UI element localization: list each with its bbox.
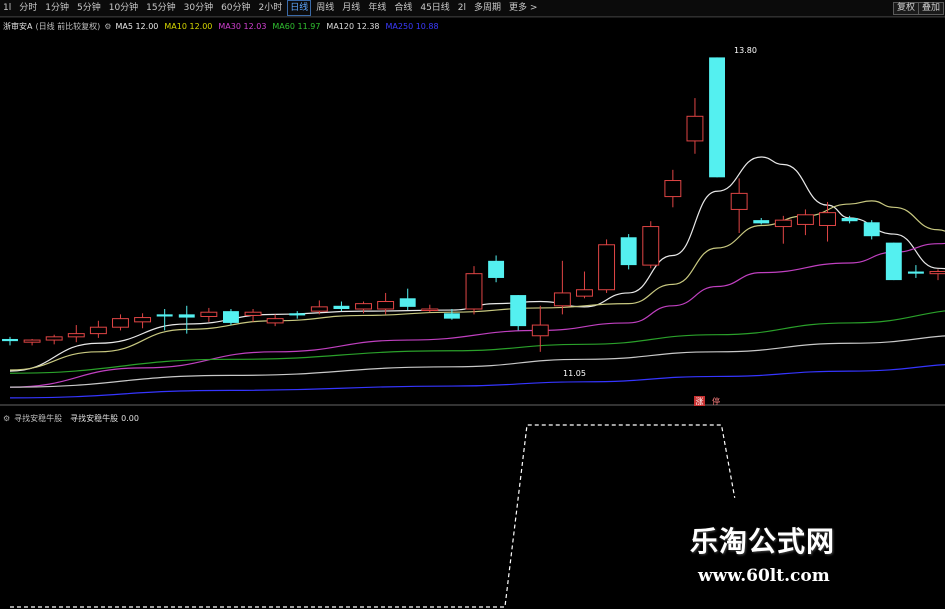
ma-legend-label: MA60 [272, 21, 298, 31]
candle-up [598, 244, 616, 291]
candle-up [67, 333, 85, 338]
candle-up [200, 311, 218, 317]
indicator-settings-icon[interactable]: ⚙ [3, 414, 10, 423]
high-price-label: 13.80 [734, 46, 757, 55]
indicator-series-name: 寻找安稳牛股 [70, 413, 119, 423]
candle-up [45, 336, 63, 341]
candle-down [399, 298, 416, 307]
indicator-value: 0.00 [121, 413, 139, 423]
candle-down [178, 314, 195, 318]
candle-down [841, 218, 858, 222]
low-price-label: 11.05 [563, 369, 586, 378]
candle-down [863, 222, 880, 237]
candle-up [531, 324, 549, 337]
ma-legend-item: MA30 12.03 [218, 22, 266, 31]
site-watermark: 乐淘公式网 www.60lt.com [690, 520, 930, 586]
candle-down [2, 338, 18, 342]
candle-up [112, 318, 129, 328]
ma-line-ma120 [9, 335, 945, 388]
chart-canvas[interactable]: 13.80 11.05 涨 停 [0, 0, 945, 609]
candle-up [266, 318, 284, 324]
candle-down [156, 314, 173, 317]
candle-up [819, 212, 836, 226]
ma-legend-value: 12.00 [189, 21, 213, 31]
indicator-series-line [10, 424, 736, 608]
ma-legend-value: 11.97 [297, 21, 321, 31]
indicator-legend: ⚙ 寻找安稳牛股 寻找安稳牛股 0.00 [3, 412, 139, 424]
ma-legend-label: MA30 [218, 21, 244, 31]
ma-legend-value: 12.38 [356, 21, 380, 31]
main-chart-legend: 浙审安A (日线 前比较复权) ⚙ MA5 12.00 MA10 12.00 MA3… [3, 20, 445, 32]
candle-up [310, 306, 328, 312]
candle-up [929, 271, 945, 275]
candle-up [553, 292, 571, 307]
candle-up [377, 301, 395, 310]
candle-up [355, 303, 372, 310]
stock-name: 浙审安A [3, 21, 33, 31]
candle-down [709, 57, 726, 178]
chart-mode: (日线 前比较复权) [35, 21, 101, 31]
limit-stop-badge-text: 停 [712, 396, 720, 406]
ma-legend-item: MA60 11.97 [272, 22, 320, 31]
candle-up [796, 214, 814, 225]
candle-down [222, 311, 239, 323]
ma-legend-value: 12.00 [135, 21, 159, 31]
limit-up-badge-text: 涨 [696, 396, 704, 406]
candle-down [289, 313, 306, 316]
ma-line-ma5 [9, 156, 945, 372]
candle-up [465, 273, 483, 310]
candle-up [686, 115, 704, 142]
ma-legend-item: MA120 12.38 [326, 22, 379, 31]
candle-down [488, 260, 505, 278]
ma-legend-item: MA5 12.00 [115, 22, 158, 31]
ma-line-ma250 [9, 364, 945, 399]
candle-up [642, 226, 660, 266]
candle-up [664, 180, 682, 198]
candle-down [753, 220, 770, 224]
candlesticks [2, 57, 945, 352]
candle-up [730, 192, 748, 210]
ma-legend-label: MA250 [385, 21, 416, 31]
candle-up [244, 311, 262, 316]
ma-legend-label: MA5 [115, 21, 136, 31]
ma-line-ma30 [9, 242, 945, 388]
ma-legend-item: MA250 10.88 [386, 22, 439, 31]
candle-down [907, 271, 924, 274]
candle-up [421, 308, 439, 311]
candle-down [885, 242, 902, 281]
candle-up [774, 219, 792, 228]
candle-up [576, 289, 593, 297]
ma-legend-value: 12.03 [243, 21, 267, 31]
indicator-name: 寻找安稳牛股 [14, 413, 63, 423]
candle-down [443, 313, 460, 319]
ma-legend-value: 10.88 [415, 21, 439, 31]
candle-up [134, 317, 152, 323]
candle-up [23, 339, 41, 343]
watermark-title: 乐淘公式网 [690, 525, 836, 558]
candle-down [333, 305, 350, 309]
candle-down [510, 295, 527, 327]
ma-legend-label: MA10 [164, 21, 190, 31]
ma-legend-items: MA5 12.00 MA10 12.00 MA30 12.03 MA60 11.97 M… [115, 22, 444, 31]
indicator-line [10, 424, 736, 608]
ma-legend-item: MA10 12.00 [164, 22, 212, 31]
candle-down [620, 237, 637, 266]
watermark-url: www.60lt.com [698, 566, 830, 586]
stock-chart-window: 1l 分时 1分钟 5分钟 10分钟 15分钟 30分钟 60分钟 2小时 日线 周线 月线 年线 合线 4… [0, 0, 945, 609]
candle-up [89, 326, 107, 335]
ma-legend-label: MA120 [326, 21, 357, 31]
legend-settings-icon[interactable]: ⚙ [104, 22, 111, 31]
